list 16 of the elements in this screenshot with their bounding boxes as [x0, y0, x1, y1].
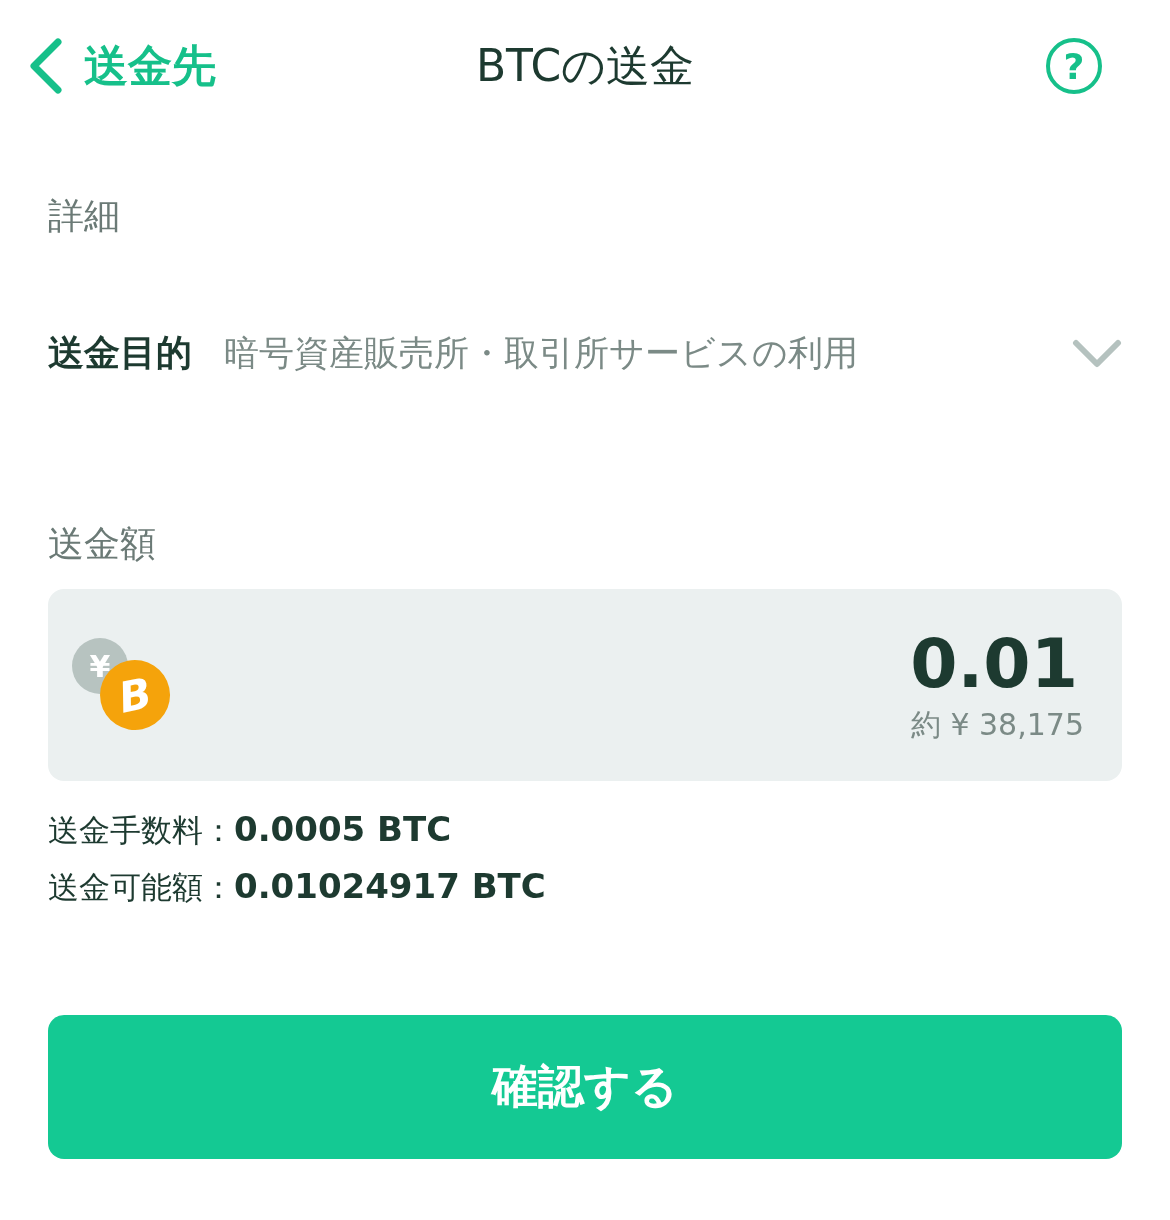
back-button[interactable]: 送金先: [28, 36, 216, 96]
fee-label: 送金可能額：: [48, 868, 234, 907]
confirm-button[interactable]: 確認する: [48, 1015, 1122, 1159]
approx-yen-text: 約 ¥ 38,175: [910, 706, 1084, 744]
fee-value: 0.0005 BTC: [234, 809, 452, 849]
purpose-label: 送金目的: [48, 331, 192, 375]
fee-value: 0.01024917 BTC: [234, 866, 546, 906]
chevron-left-icon: [28, 38, 62, 94]
amount-input[interactable]: 0.01: [878, 624, 1078, 703]
chevron-down-icon: [1072, 338, 1122, 369]
section-heading: 送金額: [48, 522, 156, 566]
screen-title: BTCの送金: [475, 38, 695, 93]
purpose-dropdown[interactable]: 暗号資産販売所・取引所サービスの利用: [224, 330, 1122, 377]
fee-label: 送金手数料：: [48, 811, 234, 850]
section-heading: 詳細: [48, 194, 120, 238]
help-button[interactable]: ?: [1046, 38, 1102, 94]
